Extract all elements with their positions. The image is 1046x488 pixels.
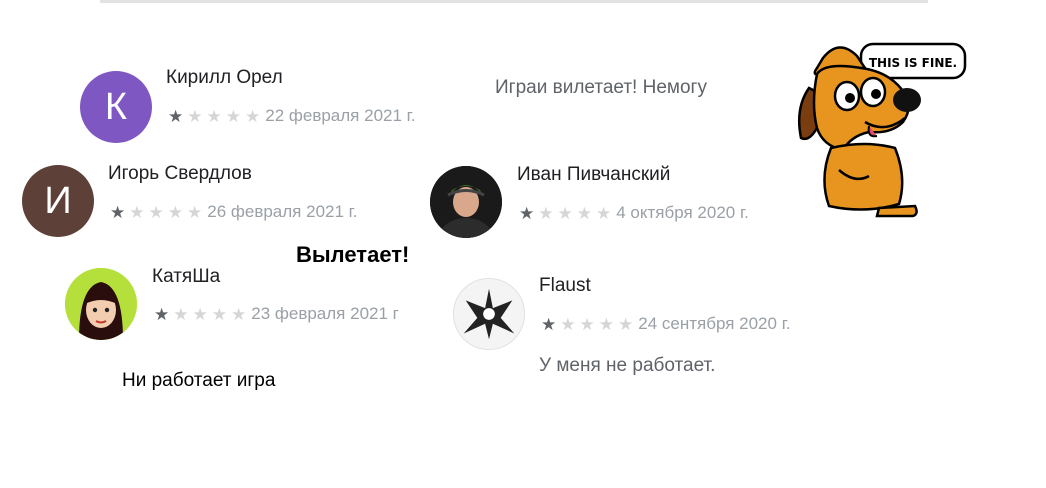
star-icon: ★ xyxy=(225,106,241,126)
star-rating: ★ ★ ★ ★ ★ 4 октября 2020 г. xyxy=(519,203,749,223)
speech-bubble-text: THIS IS FINE. xyxy=(869,56,957,70)
star-icon: ★ xyxy=(618,314,634,334)
review-date: 24 сентября 2020 г. xyxy=(638,314,791,333)
star-icon: ★ xyxy=(206,106,222,126)
author-name[interactable]: Flaust xyxy=(539,275,591,297)
cartoon-girl-icon xyxy=(65,268,137,340)
star-icon: ★ xyxy=(211,304,227,324)
star-icon: ★ xyxy=(245,106,261,126)
star-icon: ★ xyxy=(187,202,203,222)
review-comment: У меня не работает. xyxy=(539,355,716,376)
review-date: 22 февраля 2021 г. xyxy=(265,106,416,125)
annotation-katya-comment: Ни работает игра xyxy=(122,370,276,391)
star-icon: ★ xyxy=(560,314,576,334)
author-name[interactable]: Иван Пивчанский xyxy=(517,164,670,186)
review-date: 23 февраля 2021 г xyxy=(251,304,399,323)
star-icon: ★ xyxy=(167,202,183,222)
review-date: 4 октября 2020 г. xyxy=(616,203,749,222)
star-icon: ★ xyxy=(129,202,145,222)
star-icon: ★ xyxy=(231,304,247,324)
star-icon: ★ xyxy=(519,203,535,223)
avatar[interactable]: И xyxy=(22,165,94,237)
star-icon: ★ xyxy=(598,314,614,334)
avatar-initial: К xyxy=(104,85,128,128)
star-rating: ★ ★ ★ ★ ★ 24 сентября 2020 г. xyxy=(541,314,791,334)
star-icon: ★ xyxy=(557,203,573,223)
top-divider xyxy=(100,0,928,3)
star-rating: ★ ★ ★ ★ ★ 26 февраля 2021 г. xyxy=(110,202,358,222)
star-icon: ★ xyxy=(538,203,554,223)
review-date: 26 февраля 2021 г. xyxy=(207,202,358,221)
abstract-figure-icon xyxy=(454,279,524,349)
avatar-photo[interactable] xyxy=(453,278,525,350)
star-rating: ★ ★ ★ ★ ★ 22 февраля 2021 г. xyxy=(168,106,416,126)
review-comment: Играи вилетает! Немогу xyxy=(495,77,707,98)
avatar-initial: И xyxy=(44,179,72,222)
star-icon: ★ xyxy=(576,203,592,223)
avatar-photo[interactable] xyxy=(430,166,502,238)
person-photo-icon xyxy=(430,166,502,238)
star-rating: ★ ★ ★ ★ ★ 23 февраля 2021 г xyxy=(154,304,399,324)
star-icon: ★ xyxy=(110,202,126,222)
star-icon: ★ xyxy=(192,304,208,324)
this-is-fine-dog-meme: THIS IS FINE. xyxy=(795,38,975,218)
star-icon: ★ xyxy=(148,202,164,222)
author-name[interactable]: КатяШа xyxy=(152,266,220,288)
star-icon: ★ xyxy=(596,203,612,223)
star-icon: ★ xyxy=(173,304,189,324)
star-icon: ★ xyxy=(579,314,595,334)
star-icon: ★ xyxy=(541,314,557,334)
star-icon: ★ xyxy=(154,304,170,324)
star-icon: ★ xyxy=(187,106,203,126)
annotation-crash-note: Вылетает! xyxy=(296,242,410,267)
avatar-photo[interactable] xyxy=(65,268,137,340)
author-name[interactable]: Кирилл Орел xyxy=(166,67,283,89)
author-name[interactable]: Игорь Свердлов xyxy=(108,163,252,185)
star-icon: ★ xyxy=(168,106,184,126)
avatar[interactable]: К xyxy=(80,71,152,143)
